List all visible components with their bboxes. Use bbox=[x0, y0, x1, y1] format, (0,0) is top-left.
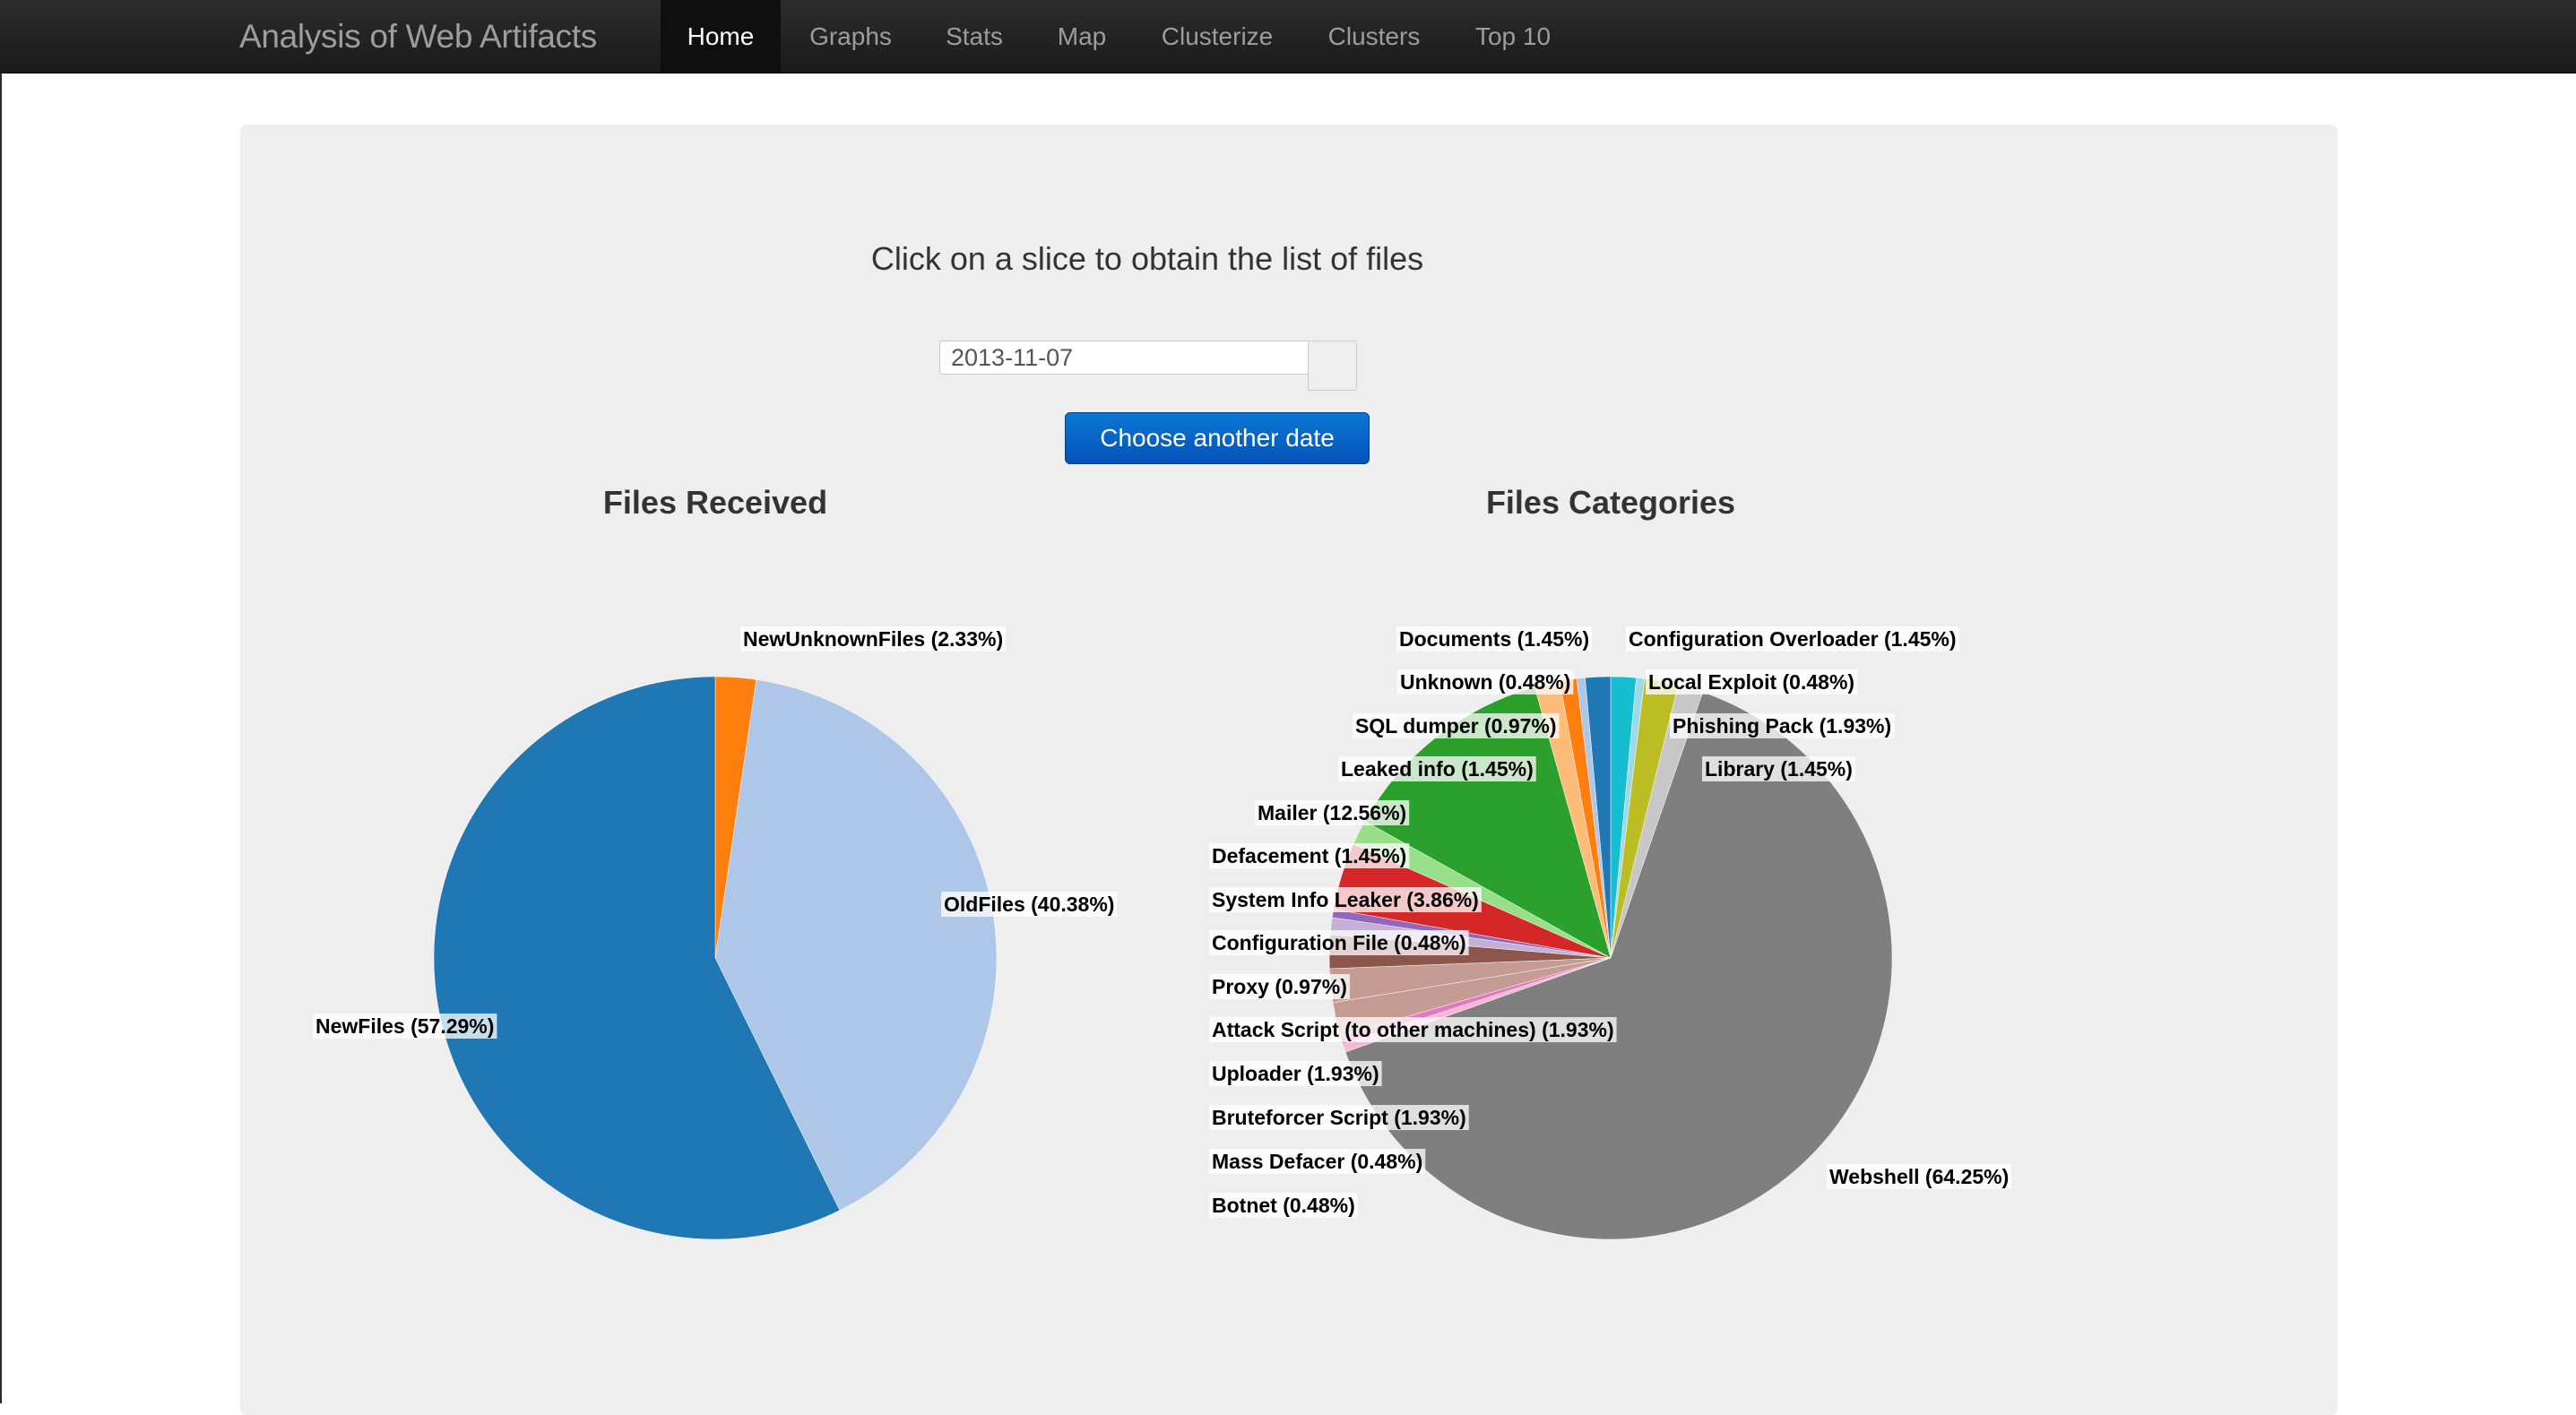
slice-label-defacement: Defacement (1.45%) bbox=[1212, 844, 1406, 867]
chart-title-files-received: Files Received bbox=[603, 484, 827, 521]
slice-label-documents: Documents (1.45%) bbox=[1399, 627, 1589, 651]
slice-label-system-info-leaker: System Info Leaker (3.86%) bbox=[1212, 888, 1479, 911]
slice-label-mass-defacer: Mass Defacer (0.48%) bbox=[1212, 1150, 1422, 1173]
chart-title-files-categories: Files Categories bbox=[1486, 484, 1735, 521]
slice-label-attack-script-to-other-machines: Attack Script (to other machines) (1.93%… bbox=[1212, 1018, 1614, 1041]
slice-label-configuration-overloader: Configuration Overloader (1.45%) bbox=[1629, 627, 1957, 651]
slice-label-sql-dumper: SQL dumper (0.97%) bbox=[1355, 714, 1557, 738]
slice-label-botnet: Botnet (0.48%) bbox=[1212, 1194, 1355, 1217]
slice-label-bruteforcer-script: Bruteforcer Script (1.93%) bbox=[1212, 1106, 1466, 1129]
slice-label-oldfiles: OldFiles (40.38%) bbox=[944, 893, 1114, 916]
slice-label-proxy: Proxy (0.97%) bbox=[1212, 975, 1347, 998]
slice-label-newunknownfiles: NewUnknownFiles (2.33%) bbox=[743, 627, 1003, 651]
charts-canvas: Files Received Files Categories NewUnkno… bbox=[313, 484, 2012, 1240]
slice-label-uploader: Uploader (1.93%) bbox=[1212, 1062, 1379, 1085]
pie-files-received bbox=[433, 676, 998, 1240]
slice-label-unknown: Unknown (0.48%) bbox=[1400, 670, 1570, 694]
slice-label-local-exploit: Local Exploit (0.48%) bbox=[1648, 670, 1854, 694]
slice-label-library: Library (1.45%) bbox=[1705, 757, 1853, 781]
slice-label-phishing-pack: Phishing Pack (1.93%) bbox=[1673, 714, 1891, 738]
slice-label-leaked-info: Leaked info (1.45%) bbox=[1341, 757, 1534, 781]
slice-label-newfiles: NewFiles (57.29%) bbox=[316, 1014, 494, 1038]
slice-label-mailer: Mailer (12.56%) bbox=[1258, 801, 1406, 824]
slice-label-webshell: Webshell (64.25%) bbox=[1829, 1165, 2009, 1188]
slice-label-configuration-file: Configuration File (0.48%) bbox=[1212, 931, 1466, 954]
